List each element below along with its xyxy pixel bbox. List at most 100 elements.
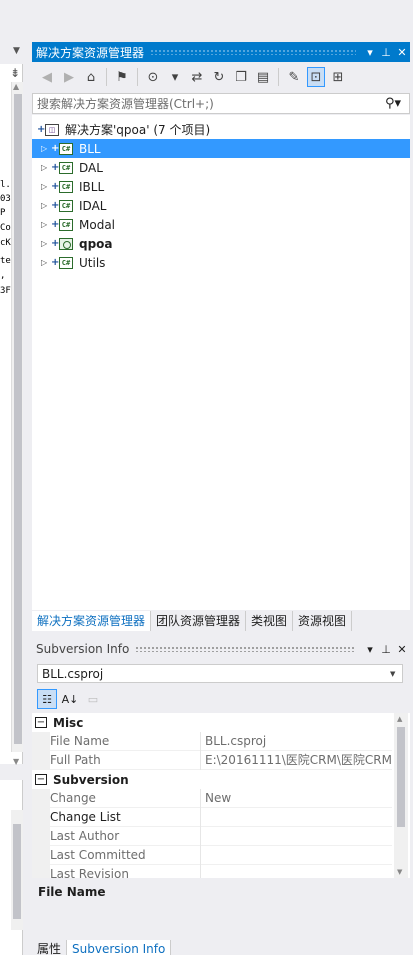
pin-icon[interactable]: ⊥ [378,643,394,656]
property-value[interactable] [200,845,392,865]
show-all-files-icon[interactable]: ▤ [254,67,272,87]
search-icon[interactable]: ⚲▾ [385,96,409,111]
toolbar-separator [278,68,279,86]
property-value[interactable]: BLL.csproj [200,731,392,751]
tab-properties[interactable]: 属性 [32,940,68,955]
preview-icon[interactable]: ⊡ [307,67,325,87]
tab-solution-explorer[interactable]: 解决方案资源管理器 [32,611,152,631]
tree-item-project[interactable]: ▷ + C# DAL [32,158,410,177]
property-category[interactable]: − Subversion [32,770,392,789]
project-label: qpoa [79,236,113,251]
expand-icon[interactable]: ▷ [41,201,51,210]
tree-item-project[interactable]: ▷ + C# Modal [32,215,410,234]
tab-subversion-info[interactable]: Subversion Info [67,940,172,955]
panel-title: Subversion Info [36,642,130,656]
web-project-icon [59,237,73,250]
window-position-icon[interactable]: ▾ [362,643,378,656]
file-selector[interactable]: BLL.csproj ▼ [37,664,403,683]
row-gutter [32,807,50,827]
scroll-up-icon[interactable]: ▲ [13,82,19,91]
expand-icon[interactable]: ▷ [41,144,51,153]
collapse-icon[interactable]: − [35,774,47,785]
close-icon[interactable]: ✕ [394,643,410,656]
grip-dots[interactable] [150,49,356,55]
subversion-info-titlebar[interactable]: Subversion Info ▾ ⊥ ✕ [32,639,410,659]
tree-item-project[interactable]: ▷ + C# Utils [32,253,410,272]
csharp-project-icon: C# [59,256,73,269]
pin-icon[interactable]: ⊥ [378,46,394,59]
alphabetical-icon[interactable]: A↓ [60,689,80,709]
scrollbar-thumb[interactable] [14,94,22,744]
grip-dots[interactable] [135,646,356,652]
panel-title: 解决方案资源管理器 [36,45,145,60]
tab-team-explorer[interactable]: 团队资源管理器 [151,611,247,631]
solution-explorer-titlebar[interactable]: 解决方案资源管理器 ▾ ⊥ ✕ [32,42,410,62]
expand-icon[interactable]: ▷ [41,258,51,267]
property-grid: − Misc File Name BLL.csproj Full Path E:\2016… [32,713,410,878]
properties-icon[interactable]: ✎ [285,67,303,87]
back-icon[interactable]: ◀ [38,67,56,87]
category-label: Misc [53,715,84,730]
add-icon: + [51,162,60,173]
forward-icon[interactable]: ▶ [60,67,78,87]
project-label: BLL [79,141,101,156]
scroll-down-icon[interactable]: ▼ [13,757,19,766]
search-input[interactable]: 搜索解决方案资源管理器(Ctrl+;) [37,95,385,112]
project-label: IBLL [79,179,105,194]
tree-item-project[interactable]: ▷ + C# IDAL [32,196,410,215]
property-value[interactable] [200,807,392,827]
property-name: Last Author [50,829,120,843]
categorized-icon[interactable]: ☷ [37,689,57,709]
scrollbar-thumb[interactable] [397,727,405,827]
collapse-all-icon[interactable]: ❐ [232,67,250,87]
property-pages-icon[interactable]: ▭ [83,689,103,709]
property-row[interactable]: Change List [32,807,392,827]
editor-scrollbar[interactable]: ▲ ▼ [11,82,23,766]
close-icon[interactable]: ✕ [394,46,410,59]
tree-item-project[interactable]: ▷ + C# BLL [32,139,410,158]
tab-class-view[interactable]: 类视图 [246,611,294,631]
expand-icon[interactable]: ▷ [41,163,51,172]
split-icon[interactable]: ⇟ [10,66,20,80]
tab-resource-view[interactable]: 资源视图 [293,611,353,631]
property-row[interactable]: Change New [32,788,392,808]
refresh-icon[interactable]: ↻ [210,67,228,87]
solution-search-box[interactable]: 搜索解决方案资源管理器(Ctrl+;) ⚲▾ [32,93,410,114]
solution-node[interactable]: + ◫ 解决方案'qpoa' (7 个项目) [32,120,410,139]
property-row[interactable]: File Name BLL.csproj [32,731,392,751]
add-icon: + [51,181,60,192]
dropdown-arrow-icon[interactable]: ▾ [166,67,184,87]
property-value[interactable]: New [200,788,392,808]
property-value[interactable]: E:\20161111\医院CRM\医院CRM\ [200,750,392,770]
property-row[interactable]: Full Path E:\20161111\医院CRM\医院CRM\ [32,750,392,770]
scrollbar-thumb[interactable] [13,824,21,919]
property-value[interactable] [200,864,392,878]
class-diagram-icon[interactable]: ⊞ [329,67,347,87]
dropdown-arrow-icon[interactable]: ▼ [13,46,20,56]
scroll-down-icon[interactable]: ▼ [397,868,402,876]
chevron-down-icon[interactable]: ▼ [390,670,402,678]
scroll-up-icon[interactable]: ▲ [397,715,402,723]
expand-icon[interactable]: ▷ [41,239,51,248]
expand-icon[interactable]: ▷ [41,220,51,229]
lower-scrollbar[interactable] [11,810,23,930]
row-gutter [32,731,50,751]
add-icon: + [51,143,60,154]
property-row[interactable]: Last Author [32,826,392,846]
tree-item-project[interactable]: ▷ + qpoa [32,234,410,253]
history-icon[interactable]: ⊙ [144,67,162,87]
solution-tree[interactable]: + ◫ 解决方案'qpoa' (7 个项目) ▷ + C# BLL ▷ + C# DAL ▷ + C… [32,115,410,610]
property-row[interactable]: Last Committed [32,845,392,865]
home-icon[interactable]: ⌂ [82,67,100,87]
expand-icon[interactable]: ▷ [41,182,51,191]
sync-icon[interactable]: ⇄ [188,67,206,87]
tree-item-project[interactable]: ▷ + C# IBLL [32,177,410,196]
collapse-icon[interactable]: − [35,717,47,728]
property-grid-scrollbar[interactable]: ▲ ▼ [394,713,408,878]
property-category[interactable]: − Misc [32,713,392,732]
pending-changes-icon[interactable]: ⚑ [113,67,131,87]
property-value[interactable] [200,826,392,846]
project-label: Modal [79,217,115,232]
window-position-icon[interactable]: ▾ [362,46,378,59]
property-row[interactable]: Last Revision [32,864,392,878]
